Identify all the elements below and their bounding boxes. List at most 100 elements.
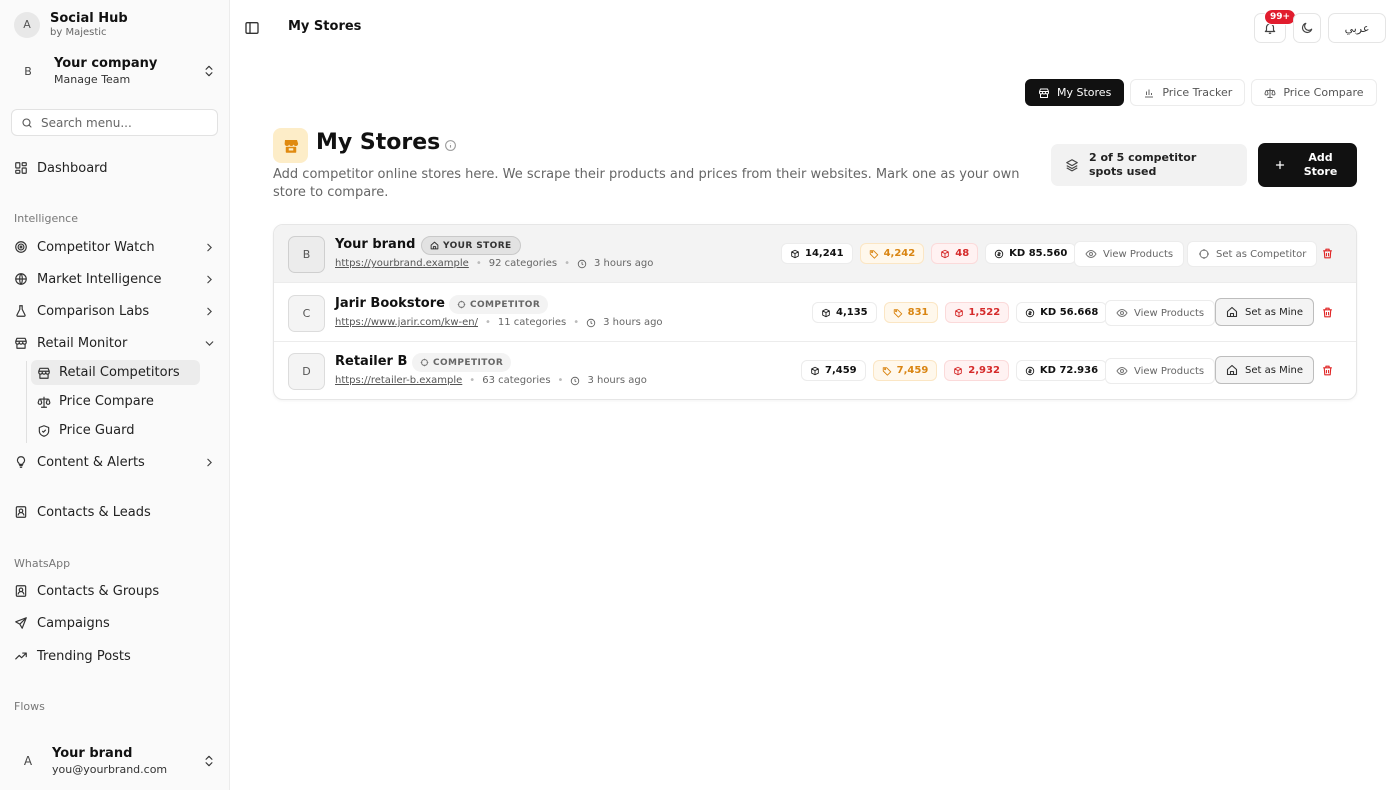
store-url-link[interactable]: https://www.jarir.com/kw-en/ (335, 317, 478, 328)
nav-price-guard[interactable]: Price Guard (31, 418, 200, 443)
products-count: 7,459 (825, 365, 857, 376)
store-url-link[interactable]: https://retailer-b.example (335, 375, 462, 386)
company-switcher[interactable]: B Your company Manage Team (14, 56, 216, 86)
products-count: 14,241 (805, 248, 844, 259)
nav-contacts-groups[interactable]: Contacts & Groups (14, 578, 216, 604)
eye-icon (1085, 248, 1097, 260)
sidebar-toggle-icon[interactable] (244, 20, 262, 38)
tab-my-stores[interactable]: My Stores (1025, 79, 1125, 106)
app-name: Social Hub (50, 11, 128, 26)
tag-icon (893, 308, 903, 318)
flask-icon (14, 304, 28, 318)
nav-market-intelligence[interactable]: Market Intelligence (14, 266, 216, 292)
spots-text: 2 of 5 competitor spots used (1089, 151, 1197, 178)
store-stats: 14,241 4,242 48 KD 85.560 (781, 243, 1077, 264)
store-url-link[interactable]: https://yourbrand.example (335, 258, 469, 269)
search-menu[interactable] (11, 109, 218, 136)
boxes-icon (954, 308, 964, 318)
store-stats: 7,459 7,459 2,932 KD 72.936 (801, 360, 1108, 381)
value-stat: KD 85.560 (985, 243, 1077, 264)
view-products-button[interactable]: View Products (1074, 241, 1185, 267)
clock-icon (577, 259, 587, 269)
eye-icon (1116, 307, 1128, 319)
nav-comparison-labs[interactable]: Comparison Labs (14, 298, 216, 324)
separator-dot: • (469, 375, 476, 386)
store-updated-time: 3 hours ago (587, 375, 647, 386)
app-brand[interactable]: A Social Hub by Majestic (14, 11, 128, 38)
boxes-stat: 48 (931, 243, 979, 264)
store-name: Jarir Bookstore (335, 296, 445, 311)
store-meta: https://www.jarir.com/kw-en/ • 11 catego… (335, 317, 663, 328)
nav-retail-competitors[interactable]: Retail Competitors (31, 360, 200, 385)
user-menu[interactable]: A Your brand you@yourbrand.com (14, 735, 216, 787)
company-name: Your company (54, 56, 158, 71)
home-icon (1226, 306, 1238, 318)
lightbulb-icon (14, 455, 28, 469)
set-as-mine-button[interactable]: Set as Mine (1215, 298, 1315, 326)
delete-store-button[interactable] (1321, 364, 1334, 377)
view-tabs: My Stores Price Tracker Price Compare (1025, 79, 1377, 106)
store-name: Your brand (335, 237, 416, 252)
app-avatar: A (14, 11, 40, 38)
header-title: My Stores (288, 19, 362, 34)
products-stat: 4,135 (812, 302, 877, 323)
delete-store-button[interactable] (1321, 247, 1334, 260)
package-icon (821, 308, 831, 318)
value-stat: KD 72.936 (1015, 360, 1108, 381)
coin-icon (1025, 366, 1035, 376)
set-as-mine-button[interactable]: Set as Mine (1215, 356, 1315, 384)
plus-icon (1274, 159, 1286, 171)
nav-price-compare[interactable]: Price Compare (31, 389, 200, 414)
nav-dashboard[interactable]: Dashboard (14, 155, 216, 181)
boxes-icon (940, 249, 950, 259)
products-stat: 14,241 (781, 243, 853, 264)
tab-price-compare[interactable]: Price Compare (1251, 79, 1377, 106)
nav-contacts-leads[interactable]: Contacts & Leads (14, 499, 216, 525)
nav-dashboard-label: Dashboard (37, 160, 108, 176)
eye-icon (1116, 365, 1128, 377)
nav-content-alerts[interactable]: Content & Alerts (14, 449, 216, 475)
tag-icon (869, 249, 879, 259)
nav-trending-posts-label: Trending Posts (37, 648, 131, 664)
separator-dot: • (573, 317, 580, 328)
tab-price-compare-label: Price Compare (1283, 86, 1364, 99)
layout-grid-icon (14, 161, 28, 175)
table-row: D Retailer B COMPETITOR https://retailer… (274, 342, 1356, 399)
search-input[interactable] (41, 115, 208, 130)
add-store-button[interactable]: Add Store (1258, 143, 1357, 187)
nav-retail-monitor[interactable]: Retail Monitor (14, 330, 216, 356)
view-products-button[interactable]: View Products (1105, 358, 1216, 384)
chevron-right-icon (203, 241, 216, 254)
nav-competitor-watch[interactable]: Competitor Watch (14, 234, 216, 260)
theme-toggle-button[interactable] (1293, 13, 1321, 43)
boxes-count: 1,522 (968, 307, 1001, 318)
nav-trending-posts[interactable]: Trending Posts (14, 643, 216, 669)
badge-label: COMPETITOR (470, 299, 541, 310)
crosshair-icon (420, 358, 429, 367)
company-subtitle: Manage Team (54, 73, 131, 86)
value-amount: KD 85.560 (1009, 248, 1068, 259)
nav-comparison-labs-label: Comparison Labs (37, 303, 150, 319)
set-as-competitor-button[interactable]: Set as Competitor (1187, 241, 1318, 267)
user-email: you@yourbrand.com (52, 763, 168, 776)
home-icon (1226, 364, 1238, 376)
view-products-label: View Products (1134, 365, 1205, 377)
language-toggle-button[interactable]: عربي (1328, 13, 1386, 43)
chevrons-up-down-icon (202, 64, 216, 78)
nav-campaigns[interactable]: Campaigns (14, 610, 216, 636)
tab-price-tracker[interactable]: Price Tracker (1130, 79, 1246, 106)
view-products-label: View Products (1134, 307, 1205, 319)
separator-dot: • (564, 258, 570, 269)
info-icon[interactable] (444, 139, 457, 152)
add-store-label: Add Store (1303, 151, 1338, 178)
store-meta: https://retailer-b.example • 63 categori… (335, 375, 647, 386)
tagged-stat: 7,459 (872, 360, 938, 381)
target-icon (14, 240, 28, 254)
contact-card-icon (14, 505, 28, 519)
shield-check-icon (37, 424, 51, 438)
chevron-right-icon (203, 456, 216, 469)
section-flows: Flows (14, 700, 45, 713)
delete-store-button[interactable] (1321, 306, 1334, 319)
view-products-button[interactable]: View Products (1105, 300, 1216, 326)
nav-contacts-groups-label: Contacts & Groups (37, 583, 160, 599)
